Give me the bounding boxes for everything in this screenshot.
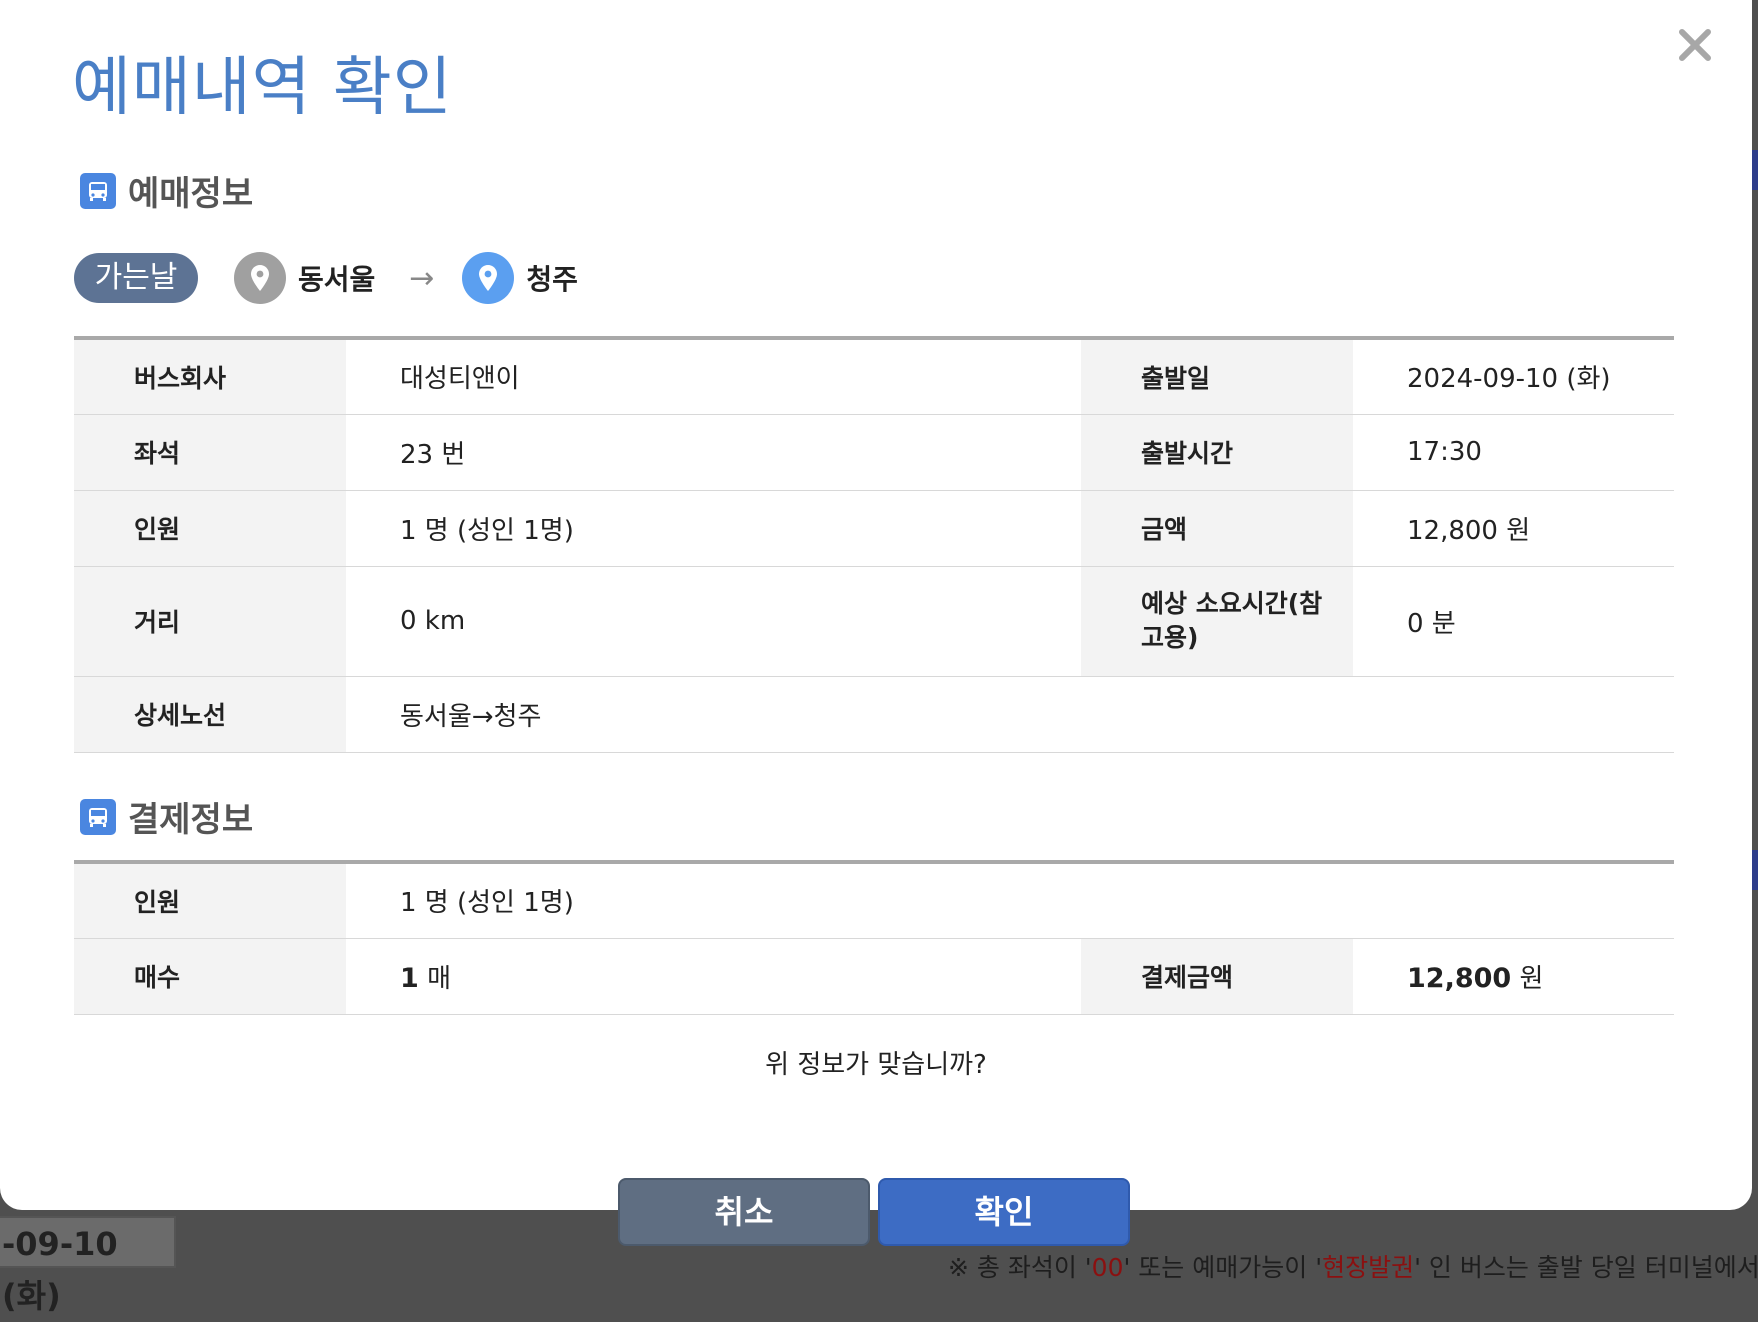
value-cell: 1 명 (성인 1명) bbox=[346, 862, 1675, 938]
payment-info-table: 인원 1 명 (성인 1명) 매수 1 매 결제금액 12,800 원 bbox=[74, 860, 1675, 1015]
table-row: 상세노선 동서울→청주 bbox=[74, 676, 1674, 752]
label-cell: 출발일 bbox=[1081, 338, 1353, 414]
label-cell: 매수 bbox=[74, 938, 346, 1014]
confirm-button[interactable]: 확인 bbox=[878, 1178, 1130, 1246]
value-cell: 1 명 (성인 1명) bbox=[346, 490, 1081, 566]
payment-total: 12,800 bbox=[1407, 962, 1512, 994]
table-row: 매수 1 매 결제금액 12,800 원 bbox=[74, 938, 1675, 1014]
label-cell: 금액 bbox=[1081, 490, 1353, 566]
ticket-count-unit: 매 bbox=[427, 963, 451, 994]
value-cell: 1 매 bbox=[346, 938, 1081, 1014]
label-cell: 거리 bbox=[74, 566, 346, 676]
section-title: 결제정보 bbox=[128, 800, 254, 840]
label-cell: 결제금액 bbox=[1081, 938, 1353, 1014]
value-cell: 12,800 원 bbox=[1353, 490, 1674, 566]
bus-icon bbox=[80, 798, 116, 835]
value-cell: 0 km bbox=[346, 566, 1081, 676]
notice-text: ' 또는 예매가능이 ' bbox=[1123, 1253, 1323, 1282]
value-cell: 동서울→청주 bbox=[346, 676, 1674, 752]
background-accent-bar bbox=[1752, 150, 1758, 190]
confirm-question: 위 정보가 맞습니까? bbox=[765, 1050, 987, 1080]
location-pin-icon bbox=[462, 252, 515, 304]
table-row: 인원 1 명 (성인 1명) 금액 12,800 원 bbox=[74, 490, 1674, 566]
label-cell: 버스회사 bbox=[74, 338, 346, 414]
route-summary: 가는날 동서울 → 청주 bbox=[74, 252, 578, 304]
departure-terminal: 동서울 bbox=[298, 263, 376, 296]
background-notice: ※ 총 좌석이 '00' 또는 예매가능이 '현장발권' 인 버스는 출발 당일… bbox=[948, 1248, 1758, 1284]
outbound-badge: 가는날 bbox=[74, 253, 198, 303]
close-button[interactable] bbox=[1672, 22, 1718, 68]
location-pin-icon bbox=[234, 252, 286, 304]
value-cell: 0 분 bbox=[1353, 566, 1674, 676]
table-row: 버스회사 대성티앤이 출발일 2024-09-10 (화) bbox=[74, 338, 1674, 414]
label-cell: 출발시간 bbox=[1081, 414, 1353, 490]
value-cell: 12,800 원 bbox=[1353, 938, 1675, 1014]
background-date-chip: -09-10 (화) bbox=[0, 1216, 176, 1315]
value-cell: 2024-09-10 (화) bbox=[1353, 338, 1674, 414]
payment-section-header: 결제정보 bbox=[80, 792, 253, 841]
notice-highlight: 현장발권 bbox=[1322, 1253, 1415, 1282]
notice-text: ' 인 버스는 출발 당일 터미널에서 구 bbox=[1414, 1253, 1758, 1282]
close-icon bbox=[1679, 29, 1711, 61]
table-row: 좌석 23 번 출발시간 17:30 bbox=[74, 414, 1674, 490]
section-title: 예매정보 bbox=[128, 174, 254, 214]
reservation-confirm-dialog: 예매내역 확인 예매정보 가는날 동서울 → 청주 버스회사 대성티앤이 출발일… bbox=[0, 0, 1752, 1210]
cancel-button[interactable]: 취소 bbox=[618, 1178, 870, 1246]
notice-text: ※ 총 좌석이 ' bbox=[948, 1253, 1092, 1282]
label-cell: 인원 bbox=[74, 862, 346, 938]
value-cell: 23 번 bbox=[346, 414, 1081, 490]
value-cell: 대성티앤이 bbox=[346, 338, 1081, 414]
table-row: 거리 0 km 예상 소요시간(참고용) 0 분 bbox=[74, 566, 1674, 676]
booking-info-table: 버스회사 대성티앤이 출발일 2024-09-10 (화) 좌석 23 번 출발… bbox=[74, 336, 1674, 753]
booking-section-header: 예매정보 bbox=[80, 166, 253, 215]
label-cell: 인원 bbox=[74, 490, 346, 566]
label-cell: 좌석 bbox=[74, 414, 346, 490]
arrival-terminal: 청주 bbox=[526, 263, 578, 296]
ticket-count: 1 bbox=[400, 962, 419, 994]
label-cell: 상세노선 bbox=[74, 676, 346, 752]
label-cell: 예상 소요시간(참고용) bbox=[1081, 566, 1353, 676]
notice-highlight: 00 bbox=[1091, 1253, 1124, 1282]
arrow-right-icon: → bbox=[409, 260, 435, 296]
payment-total-unit: 원 bbox=[1519, 963, 1544, 994]
table-row: 인원 1 명 (성인 1명) bbox=[74, 862, 1675, 938]
background-accent-bar bbox=[1752, 850, 1758, 890]
value-cell: 17:30 bbox=[1353, 414, 1674, 490]
dialog-title: 예매내역 확인 bbox=[72, 51, 453, 125]
bus-icon bbox=[80, 172, 116, 209]
